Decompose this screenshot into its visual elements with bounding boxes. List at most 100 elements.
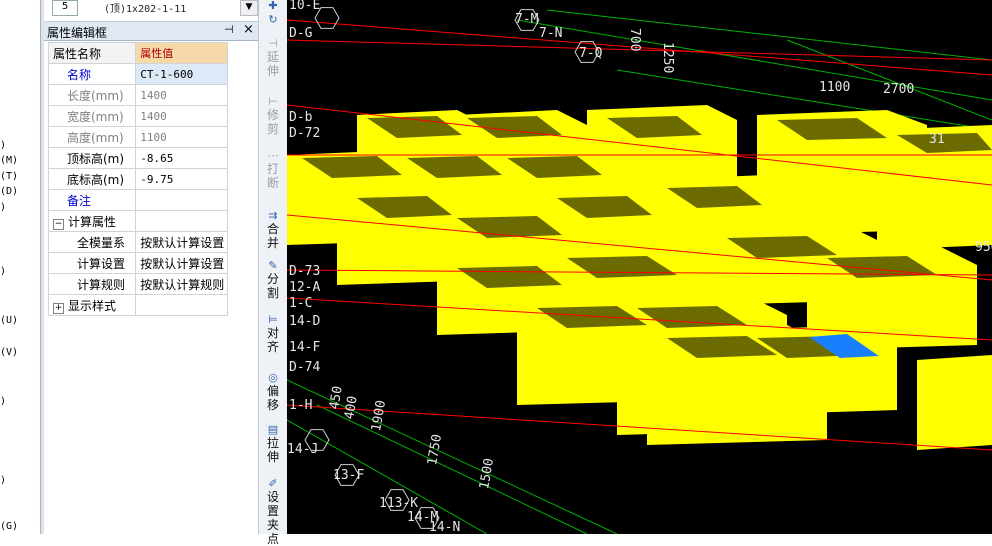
left-partial-panel: ) (M) (T) (D))) (U) (V))) (G) (0, 0, 40, 534)
prop-value-input[interactable]: CT-1-600 (135, 63, 228, 85)
prop-value-select[interactable]: 按默认计算设置 (135, 231, 228, 253)
axis-label: 14-F (289, 340, 321, 355)
grip-tool-button[interactable]: ✐ 设置夹点 (259, 478, 287, 546)
table-header: 属性名称 属性值 (47, 42, 228, 64)
table-row[interactable]: 顶标高(m) -8.65 (47, 147, 228, 169)
shortcut-key-label: (T) (0, 171, 19, 182)
extend-tool-button[interactable]: ⊣ 延伸 (259, 37, 287, 79)
axis-label: 700 (627, 28, 642, 52)
merge-tool-icon: ⇉ (268, 209, 278, 222)
move-tool-button[interactable]: ✚ (259, 0, 287, 12)
split-tool-icon: ✎ (268, 259, 278, 272)
offset-tool-button[interactable]: ◎ 偏移 (259, 371, 287, 413)
property-panel: 5 (顶)1x202-1-11 ▼ 属性编辑框 ⊣ × 属性名称 属性值 名称 … (44, 0, 258, 534)
prop-value[interactable]: 1100 (135, 126, 228, 148)
tree-list-row[interactable]: 5 (顶)1x202-1-11 ▼ (44, 0, 258, 22)
close-icon[interactable]: × (243, 22, 254, 37)
group-value (135, 210, 228, 232)
prop-value-input[interactable] (135, 189, 228, 211)
3d-drawing-canvas[interactable]: 10-E D-G 7-M 7-N 7-Q 700 1250 1100 2700 D-b D-72 D-… (287, 0, 992, 534)
shortcut-key-label: ) (0, 202, 7, 213)
tool-label-char: 设 (266, 490, 279, 504)
header-name: 属性名称 (47, 42, 137, 64)
axis-label: 12-A (289, 280, 321, 295)
tool-label-char: 分 (266, 272, 279, 286)
group-calc-attrs[interactable]: − 计算属性 (47, 210, 137, 232)
prop-name: 全模量系 (47, 231, 137, 253)
green-axis-line (546, 9, 992, 61)
prop-name: 计算规则 (47, 273, 137, 295)
table-row[interactable]: 高度(mm) 1100 (47, 126, 228, 148)
prop-value-select[interactable]: 按默认计算设置 (135, 252, 228, 274)
table-row[interactable]: 长度(mm) 1400 (47, 84, 228, 106)
axis-label: 14-N (429, 520, 461, 534)
group-label: 显示样式 (68, 298, 117, 313)
header-value: 属性值 (135, 42, 228, 64)
extend-tool-icon: ⊣ (268, 37, 278, 50)
prop-name: 宽度(mm) (47, 105, 137, 127)
axis-label: 7-M (515, 12, 539, 27)
green-axis-line (786, 39, 992, 121)
shortcut-key-label: ) (0, 396, 7, 407)
prop-value[interactable]: 1400 (135, 105, 228, 127)
prop-value-input[interactable]: -9.75 (135, 168, 228, 190)
rotate-tool-button[interactable]: ↻ (259, 14, 287, 26)
tree-row-text[interactable]: (顶)1x202-1-11 (104, 0, 186, 15)
align-tool-button[interactable]: ⊨ 对齐 (259, 314, 287, 355)
axis-label: 1100 (819, 80, 851, 95)
tool-label-char: 断 (266, 176, 279, 190)
table-row[interactable]: 计算规则 按默认计算规则 (47, 273, 228, 295)
pin-icon[interactable]: ⊣ (224, 23, 234, 36)
green-axis-line (287, 419, 488, 534)
tool-label-char: 移 (266, 398, 279, 412)
trim-tool-button[interactable]: ⊢ 修剪 (259, 96, 287, 137)
prop-value-select[interactable]: 按默认计算规则 (135, 273, 228, 295)
grip-tool-icon: ✐ (268, 477, 278, 490)
table-group-row[interactable]: − 计算属性 (47, 210, 228, 232)
axis-label: 13-F (333, 468, 365, 483)
tool-label-char: 拉 (266, 436, 279, 450)
table-row[interactable]: 底标高(m) -9.75 (47, 168, 228, 190)
table-group-row[interactable]: + 显示样式 (47, 294, 228, 316)
shortcut-key-label: (V) (0, 347, 19, 358)
table-row[interactable]: 计算设置 按默认计算设置 (47, 252, 228, 274)
scroll-down-icon[interactable]: ▼ (240, 0, 258, 16)
prop-value[interactable]: 1400 (135, 84, 228, 106)
prop-name: 长度(mm) (47, 84, 137, 106)
break-tool-button[interactable]: ⋯ 打断 (259, 150, 287, 191)
prop-name: 备注 (47, 189, 137, 211)
property-table: 属性名称 属性值 名称 CT-1-600 长度(mm) 1400 宽度(mm) … (47, 42, 228, 316)
axis-label: 7-Q (579, 46, 603, 61)
tree-row-number: 5 (52, 0, 78, 16)
axis-label: 1-H (289, 398, 313, 413)
tool-label-char: 点 (266, 532, 279, 546)
tool-label-char: 并 (266, 236, 279, 250)
shortcut-key-label: ) (0, 140, 7, 151)
axis-label: D-73 (289, 264, 321, 279)
axis-label: 10-E (289, 0, 321, 13)
expand-icon[interactable]: + (53, 302, 64, 314)
tool-label-char: 打 (266, 162, 279, 176)
table-row[interactable]: 备注 (47, 189, 228, 211)
group-value (135, 294, 228, 316)
table-row[interactable]: 宽度(mm) 1400 (47, 105, 228, 127)
offset-tool-icon: ◎ (268, 371, 278, 384)
split-tool-button[interactable]: ✎ 分割 (259, 259, 287, 301)
merge-tool-button[interactable]: ⇉ 合并 (259, 209, 287, 251)
axis-label: 113-K (379, 496, 419, 511)
shortcut-key-label: (D) (0, 186, 19, 197)
axis-label: 1250 (660, 42, 675, 74)
prop-value-input[interactable]: -8.65 (135, 147, 228, 169)
rotate-tool-icon: ↻ (268, 13, 278, 26)
tool-label-char: 修 (266, 108, 279, 122)
axis-label: D-G (289, 26, 313, 41)
prop-name: 底标高(m) (47, 168, 137, 190)
group-display-style[interactable]: + 显示样式 (47, 294, 137, 316)
tool-label-char: 伸 (266, 64, 279, 78)
table-row[interactable]: 名称 CT-1-600 (47, 63, 228, 85)
stretch-tool-button[interactable]: ▤ 拉伸 (259, 424, 287, 465)
table-row[interactable]: 全模量系 按默认计算设置 (47, 231, 228, 253)
shortcut-key-label: (G) (0, 521, 19, 532)
tool-label-char: 偏 (266, 384, 279, 398)
collapse-icon[interactable]: − (53, 218, 64, 230)
